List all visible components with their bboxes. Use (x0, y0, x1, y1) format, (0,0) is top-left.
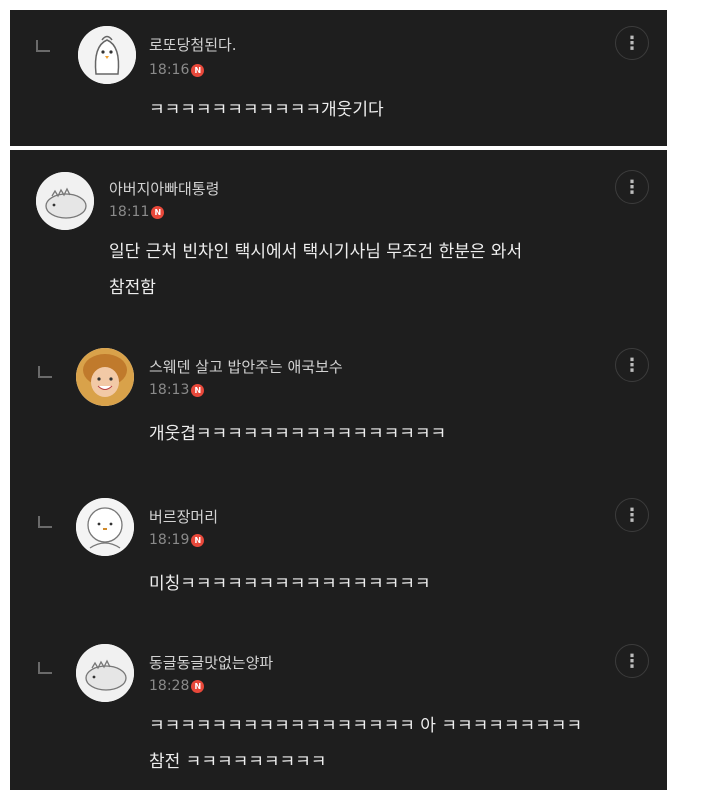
comment-text-line: ㅋㅋㅋㅋㅋㅋㅋㅋㅋㅋㅋ개웃기다 (149, 100, 384, 120)
comment-text-line: 참전 ㅋㅋㅋㅋㅋㅋㅋㅋㅋ (149, 752, 327, 772)
new-badge-icon: N (191, 383, 205, 397)
comment-body: 개웃겹ㅋㅋㅋㅋㅋㅋㅋㅋㅋㅋㅋㅋㅋㅋㅋㅋ (149, 416, 446, 452)
comment-author[interactable]: 아버지아빠대통령 (109, 178, 219, 199)
comment-author[interactable]: 동글동글맛없는양파 (149, 652, 273, 673)
comment-time: 18:13 N (149, 382, 205, 398)
new-badge-icon: N (191, 679, 205, 693)
comment-text-line: ㅋㅋㅋㅋㅋㅋㅋㅋㅋㅋㅋㅋㅋㅋㅋㅋㅋ 아 ㅋㅋㅋㅋㅋㅋㅋㅋㅋ (149, 716, 583, 736)
reply-indicator-icon (36, 40, 50, 52)
avatar[interactable] (76, 644, 134, 702)
more-options-button[interactable]: ⋮ (615, 170, 649, 204)
more-options-button[interactable]: ⋮ (615, 348, 649, 382)
more-options-button[interactable]: ⋮ (615, 26, 649, 60)
dinosaur-character-icon (76, 644, 134, 702)
round-character-icon (76, 498, 134, 556)
comment-time: 18:16 N (149, 62, 205, 78)
more-options-button[interactable]: ⋮ (615, 498, 649, 532)
comment-panel-top: 로또당첨된다. 18:16 N ㅋㅋㅋㅋㅋㅋㅋㅋㅋㅋㅋ개웃기다 ⋮ (10, 10, 667, 146)
comment-panel-bottom: 아버지아빠대통령 18:11 N 일단 근처 빈차인 택시에서 택시기사님 무조건… (10, 150, 667, 790)
comment-text-line: 개웃겹ㅋㅋㅋㅋㅋㅋㅋㅋㅋㅋㅋㅋㅋㅋㅋㅋ (149, 424, 447, 444)
person-photo-icon (76, 348, 134, 406)
reply-indicator-icon (38, 516, 52, 528)
comment-text-line: 일단 근처 빈차인 택시에서 택시기사님 무조건 한분은 와서 (109, 242, 523, 262)
comment-body: ㅋㅋㅋㅋㅋㅋㅋㅋㅋㅋㅋㅋㅋㅋㅋㅋㅋ 아 ㅋㅋㅋㅋㅋㅋㅋㅋㅋ 참전 ㅋㅋㅋㅋㅋㅋㅋ… (149, 708, 582, 780)
comment-time: 18:19 N (149, 532, 205, 548)
bird-character-icon (78, 26, 136, 84)
new-badge-icon: N (191, 533, 205, 547)
comment-text-line: 미칭ㅋㅋㅋㅋㅋㅋㅋㅋㅋㅋㅋㅋㅋㅋㅋㅋ (149, 574, 431, 594)
comment-text-line: 참전함 (109, 278, 156, 298)
comment-author[interactable]: 스웨덴 살고 밥안주는 애국보수 (149, 356, 343, 377)
comment-body: ㅋㅋㅋㅋㅋㅋㅋㅋㅋㅋㅋ개웃기다 (149, 92, 384, 128)
comment-time: 18:11 N (109, 204, 165, 220)
avatar[interactable] (36, 172, 94, 230)
comment-body: 일단 근처 빈차인 택시에서 택시기사님 무조건 한분은 와서 참전함 (109, 234, 522, 306)
reply-indicator-icon (38, 662, 52, 674)
avatar[interactable] (78, 26, 136, 84)
comment-body: 미칭ㅋㅋㅋㅋㅋㅋㅋㅋㅋㅋㅋㅋㅋㅋㅋㅋ (149, 566, 431, 602)
dinosaur-character-icon (36, 172, 94, 230)
comment-author[interactable]: 로또당첨된다. (149, 34, 237, 55)
avatar[interactable] (76, 498, 134, 556)
comment-time: 18:28 N (149, 678, 205, 694)
reply-indicator-icon (38, 366, 52, 378)
more-options-button[interactable]: ⋮ (615, 644, 649, 678)
new-badge-icon: N (151, 205, 165, 219)
avatar[interactable] (76, 348, 134, 406)
comment-author[interactable]: 버르장머리 (149, 506, 218, 527)
new-badge-icon: N (191, 63, 205, 77)
